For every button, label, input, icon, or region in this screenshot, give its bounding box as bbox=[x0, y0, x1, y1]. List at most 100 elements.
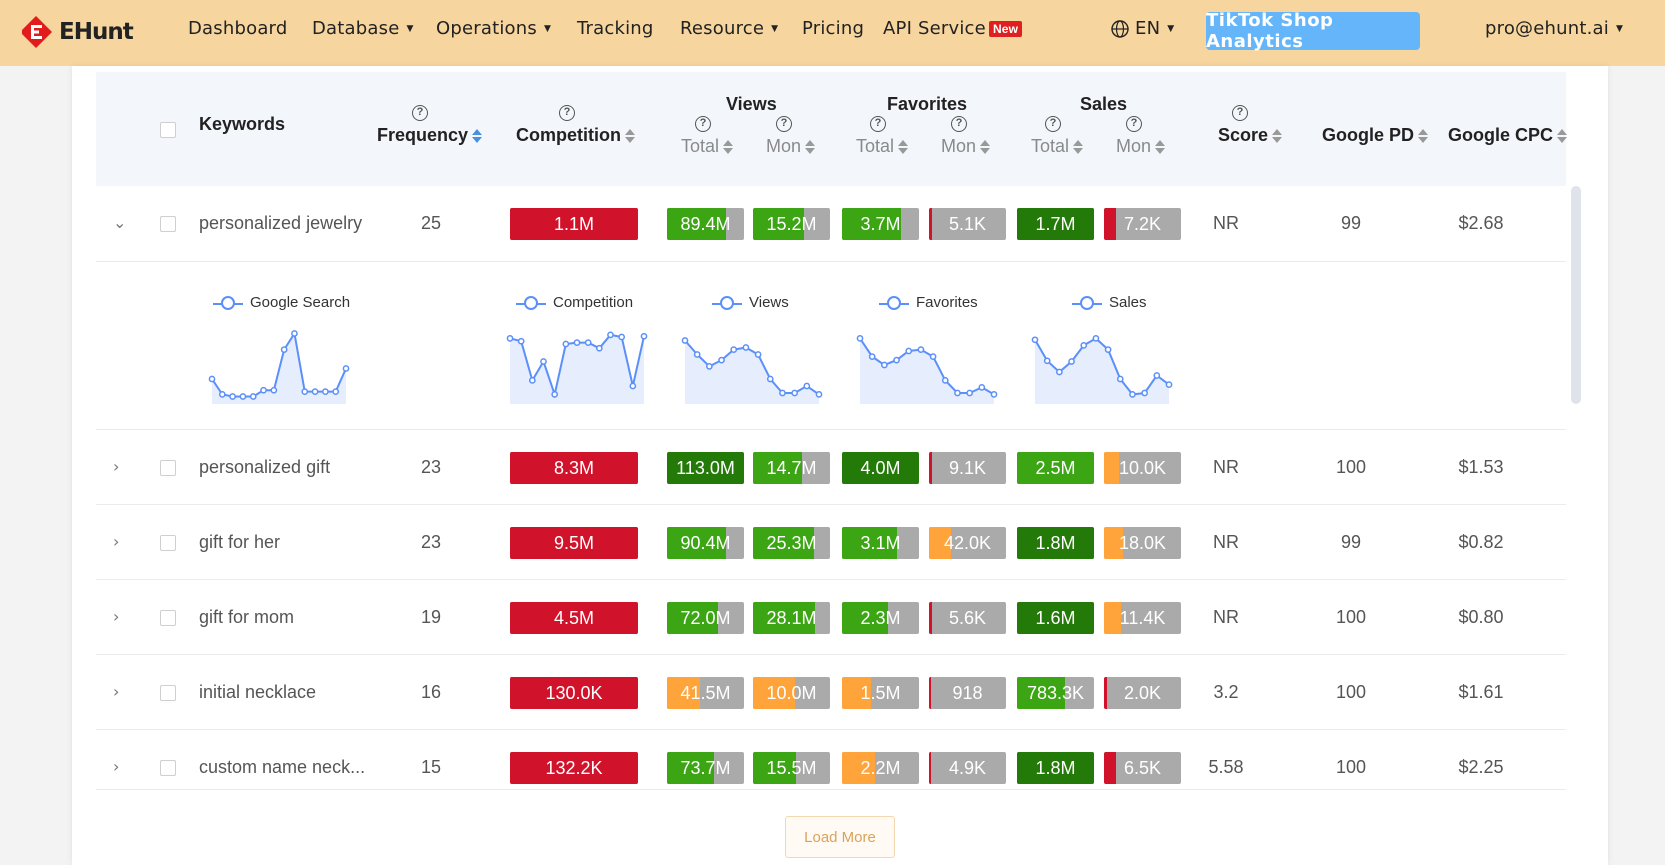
header-favorites-total[interactable]: Total bbox=[856, 136, 909, 157]
nav-resource[interactable]: Resource ▼ bbox=[680, 18, 778, 39]
header-google-cpc[interactable]: Google CPC bbox=[1448, 125, 1568, 146]
bar-value: 11.4K bbox=[1119, 607, 1166, 628]
help-icon[interactable]: ? bbox=[412, 105, 428, 121]
help-icon[interactable]: ? bbox=[695, 116, 711, 132]
sales-mon-bar: 6.5K bbox=[1104, 752, 1181, 784]
score-cell: 3.2 bbox=[1213, 682, 1239, 702]
nav-api-service[interactable]: API Service New bbox=[883, 18, 1023, 39]
new-badge: New bbox=[988, 20, 1023, 37]
keyword-cell[interactable]: personalized gift bbox=[199, 457, 330, 478]
row-checkbox[interactable] bbox=[160, 216, 176, 232]
nav-database[interactable]: Database ▼ bbox=[312, 18, 414, 39]
row-checkbox[interactable] bbox=[160, 460, 176, 476]
google-cpc-cell: $1.53 bbox=[1458, 457, 1504, 477]
trend-point bbox=[966, 389, 973, 397]
header-favorites-mon[interactable]: Mon bbox=[941, 136, 991, 157]
trend-point bbox=[718, 356, 725, 364]
google-pd-cell: 100 bbox=[1335, 607, 1367, 627]
keyword-cell[interactable]: custom name neck... bbox=[199, 757, 365, 778]
trend-point bbox=[954, 389, 961, 397]
trend-point bbox=[791, 389, 798, 397]
views-total-bar: 113.0M bbox=[667, 452, 744, 484]
bar-value: 132.2K bbox=[545, 757, 603, 778]
keyword-cell[interactable]: initial necklace bbox=[199, 682, 316, 703]
ehunt-logo[interactable]: EHunt bbox=[20, 12, 134, 52]
legend-label: Competition bbox=[553, 294, 634, 311]
header-favorites: Favorites bbox=[887, 94, 968, 114]
row-checkbox[interactable] bbox=[160, 760, 176, 776]
header-mon-label: Mon bbox=[941, 136, 977, 156]
sort-icon bbox=[1272, 129, 1283, 144]
nav-dashboard[interactable]: Dashboard bbox=[188, 18, 287, 39]
load-more-button[interactable]: Load More bbox=[785, 816, 895, 858]
views-mon-bar: 28.1M bbox=[753, 602, 830, 634]
trend-point bbox=[562, 340, 570, 348]
legend-marker-icon bbox=[712, 295, 742, 310]
chevron-right-icon[interactable]: › bbox=[113, 532, 119, 551]
chevron-down-icon[interactable]: ⌄ bbox=[113, 213, 126, 232]
chevron-right-icon[interactable]: › bbox=[113, 457, 119, 476]
header-mon-label: Mon bbox=[1116, 136, 1152, 156]
select-all-checkbox[interactable] bbox=[160, 122, 176, 138]
header-total-label: Total bbox=[681, 136, 720, 156]
help-icon[interactable]: ? bbox=[559, 105, 575, 121]
keyword-cell[interactable]: gift for her bbox=[199, 532, 280, 553]
chevron-right-icon[interactable]: › bbox=[113, 757, 119, 776]
row-checkbox[interactable] bbox=[160, 685, 176, 701]
sort-icon bbox=[723, 140, 734, 155]
account-email: pro@ehunt.ai bbox=[1485, 18, 1609, 39]
row-checkbox[interactable] bbox=[160, 535, 176, 551]
header-sales-total[interactable]: Total bbox=[1031, 136, 1084, 157]
trend-point bbox=[803, 382, 811, 390]
views-total-bar: 73.7M bbox=[667, 752, 744, 784]
row-checkbox[interactable] bbox=[160, 610, 176, 626]
trend-point bbox=[766, 375, 774, 383]
trend-point bbox=[905, 347, 913, 355]
help-icon[interactable]: ? bbox=[870, 116, 886, 132]
header-score[interactable]: Score bbox=[1218, 125, 1283, 146]
nav-operations[interactable]: Operations ▼ bbox=[436, 18, 551, 39]
bar-value: 4.0M bbox=[860, 457, 901, 478]
trend-point bbox=[332, 388, 340, 395]
header-competition[interactable]: Competition bbox=[516, 125, 635, 146]
trend-point bbox=[618, 333, 626, 341]
keyword-cell[interactable]: personalized jewelry bbox=[199, 213, 362, 234]
chart-legend: Sales bbox=[1072, 294, 1147, 311]
nav-tracking[interactable]: Tracking bbox=[577, 18, 654, 39]
trend-point bbox=[249, 393, 257, 400]
table-scrollbar[interactable] bbox=[1571, 186, 1581, 404]
tiktok-shop-analytics-button[interactable]: TikTok Shop Analytics bbox=[1206, 10, 1420, 52]
keyword-cell[interactable]: gift for mom bbox=[199, 607, 294, 628]
bar-value: 1.5M bbox=[860, 682, 901, 703]
help-icon[interactable]: ? bbox=[1045, 116, 1061, 132]
trend-point bbox=[1141, 389, 1148, 397]
header-total-label: Total bbox=[856, 136, 895, 156]
header-frequency[interactable]: Frequency bbox=[377, 125, 483, 146]
help-icon[interactable]: ? bbox=[1232, 105, 1248, 121]
language-selector[interactable]: EN ▼ bbox=[1111, 18, 1174, 39]
trend-point bbox=[730, 346, 738, 353]
header-sales-mon[interactable]: Mon bbox=[1116, 136, 1166, 157]
trend-point bbox=[301, 388, 309, 395]
chevron-down-icon: ▼ bbox=[1615, 23, 1624, 34]
frequency-cell: 25 bbox=[420, 213, 442, 233]
bar-value: 783.3K bbox=[1026, 682, 1085, 703]
bar-value: 113.0M bbox=[676, 457, 735, 478]
account-menu[interactable]: pro@ehunt.ai ▼ bbox=[1485, 18, 1623, 39]
header-views-mon[interactable]: Mon bbox=[766, 136, 816, 157]
help-icon[interactable]: ? bbox=[776, 116, 792, 132]
trend-point bbox=[208, 375, 216, 383]
help-icon[interactable]: ? bbox=[1126, 116, 1142, 132]
trend-point bbox=[551, 391, 559, 398]
chevron-right-icon[interactable]: › bbox=[113, 682, 119, 701]
nav-pricing[interactable]: Pricing bbox=[802, 18, 864, 39]
trend-point bbox=[607, 331, 614, 339]
frequency-cell: 15 bbox=[420, 757, 442, 777]
header-views-total[interactable]: Total bbox=[681, 136, 734, 157]
frequency-cell: 23 bbox=[420, 457, 442, 477]
header-google-pd[interactable]: Google PD bbox=[1322, 125, 1429, 146]
chevron-right-icon[interactable]: › bbox=[113, 607, 119, 626]
competition-bar: 9.5M bbox=[510, 527, 638, 559]
help-icon[interactable]: ? bbox=[951, 116, 967, 132]
sort-icon bbox=[472, 129, 483, 144]
